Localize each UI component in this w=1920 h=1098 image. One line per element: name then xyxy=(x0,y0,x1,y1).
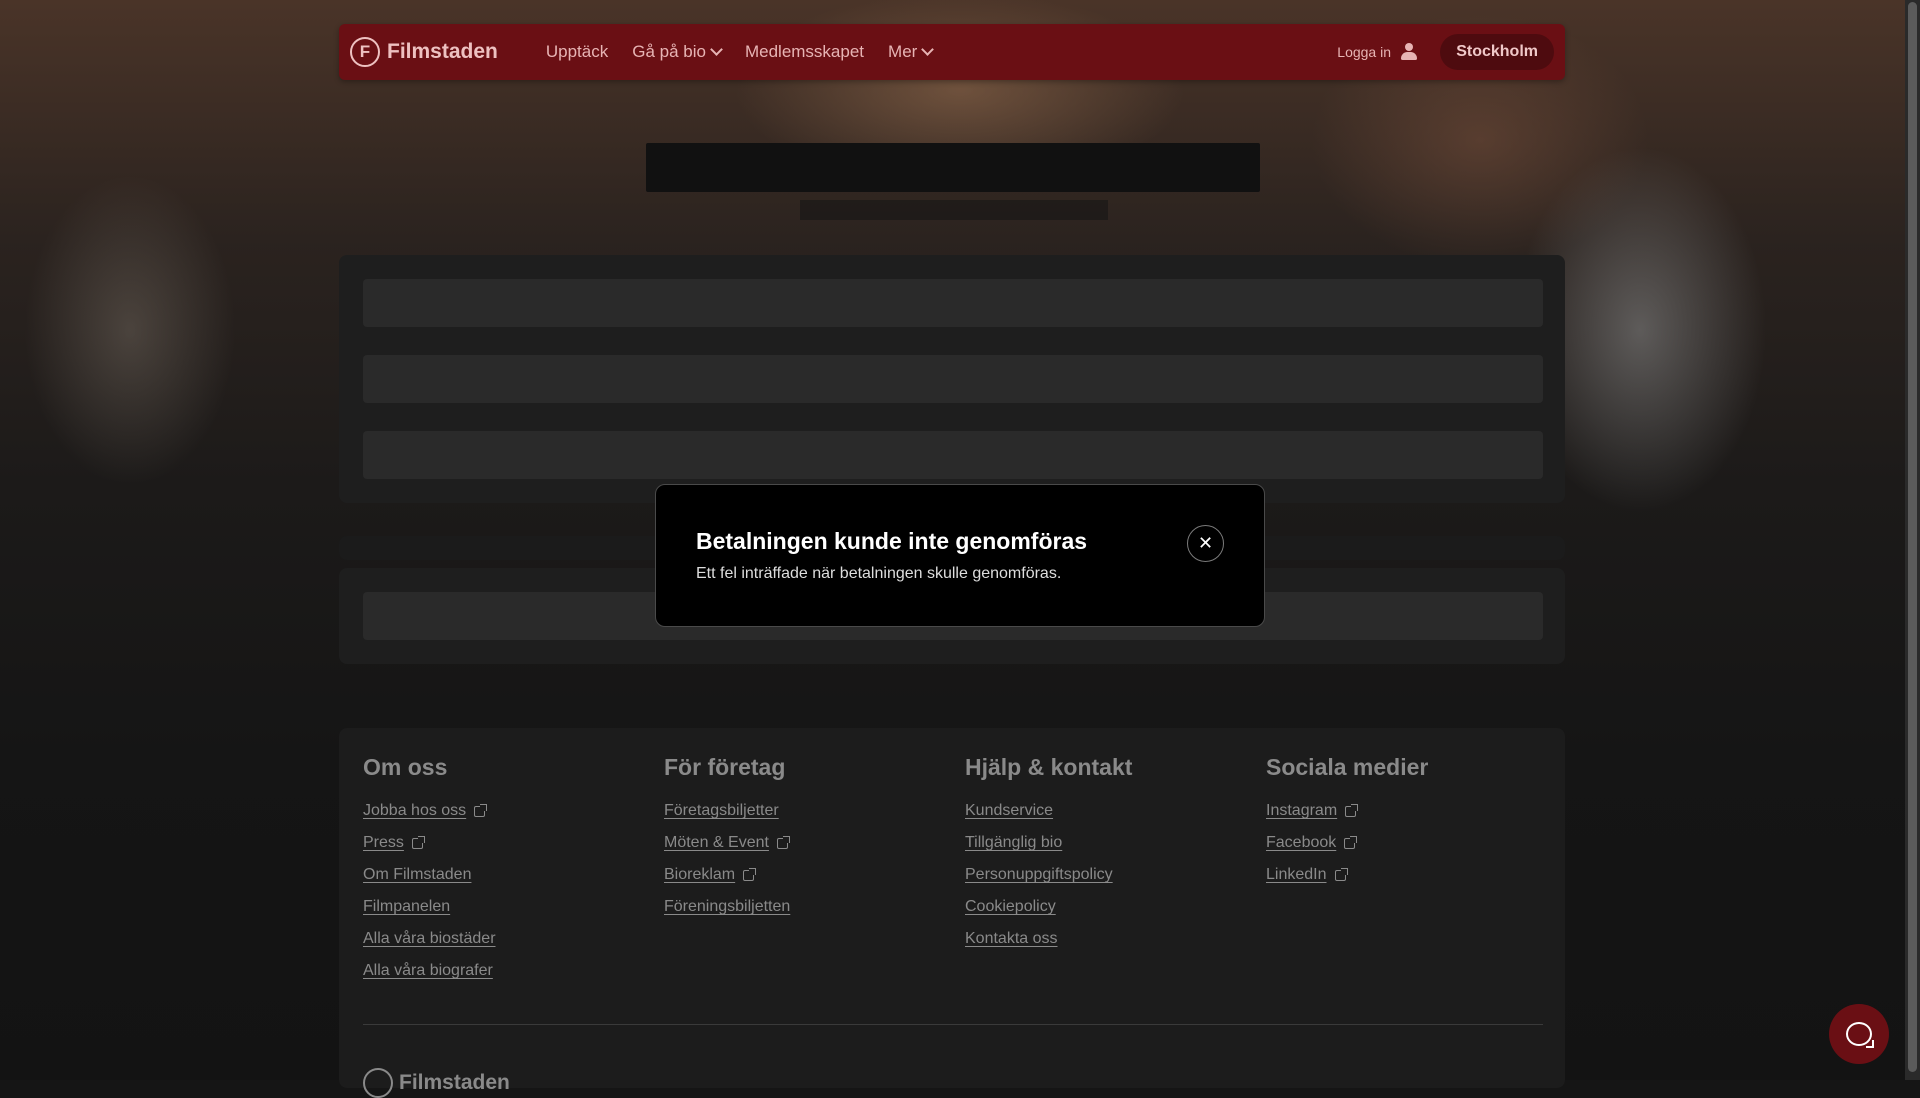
nav-item-ga-pa-bio[interactable]: Gå på bio xyxy=(632,42,723,62)
footer-link-kontakta-oss[interactable]: Kontakta oss xyxy=(965,923,1132,955)
footer-link-facebook[interactable]: Facebook xyxy=(1266,827,1428,859)
footer-link-om-filmstaden[interactable]: Om Filmstaden xyxy=(363,859,496,891)
filmstaden-logo-icon xyxy=(363,1068,393,1098)
loading-bar xyxy=(363,279,1543,327)
loading-bar xyxy=(363,431,1543,479)
external-link-icon xyxy=(1344,835,1358,849)
chevron-down-icon xyxy=(710,43,723,56)
logo-text: Filmstaden xyxy=(387,40,498,63)
external-link-icon xyxy=(1345,803,1359,817)
main-nav: Upptäck Gå på bio Medlemsskapet Mer xyxy=(546,42,956,62)
link-label: Kundservice xyxy=(965,802,1054,819)
link-label: Föreningsbiljetten xyxy=(664,898,791,915)
footer-divider xyxy=(363,1024,1543,1025)
footer-heading: För företag xyxy=(664,754,786,780)
footer-column-om-oss: Om oss Jobba hos oss Press Om Filmstaden… xyxy=(363,754,496,987)
link-label: Personuppgiftspolicy xyxy=(965,866,1113,883)
chat-bubble-icon xyxy=(1846,1022,1874,1048)
footer-heading: Om oss xyxy=(363,754,448,780)
link-label: Tillgänglig bio xyxy=(965,834,1063,851)
scrollbar-thumb[interactable] xyxy=(1908,2,1917,1072)
footer-link-biostader[interactable]: Alla våra biostäder xyxy=(363,923,496,955)
close-button[interactable]: ✕ xyxy=(1187,525,1224,562)
footer-heading: Sociala medier xyxy=(1266,754,1429,780)
footer-link-press[interactable]: Press xyxy=(363,827,496,859)
nav-label: Medlemsskapet xyxy=(744,42,865,61)
external-link-icon xyxy=(743,867,757,881)
loading-card xyxy=(339,255,1565,503)
link-label: Möten & Event xyxy=(664,834,769,851)
close-icon: ✕ xyxy=(1197,533,1214,554)
footer-link-moten-event[interactable]: Möten & Event xyxy=(664,827,790,859)
filmstaden-logo-icon: F xyxy=(350,37,380,67)
link-label: Företagsbiljetter xyxy=(664,802,779,819)
link-label: Alla våra biografer xyxy=(363,962,493,979)
nav-item-upptack[interactable]: Upptäck xyxy=(546,42,608,62)
footer-link-filmpanelen[interactable]: Filmpanelen xyxy=(363,891,496,923)
link-label: Filmpanelen xyxy=(363,898,451,915)
payment-error-dialog: Betalningen kunde inte genomföras Ett fe… xyxy=(655,484,1265,627)
page-scrollbar[interactable] xyxy=(1905,0,1920,1080)
footer-link-bioreklam[interactable]: Bioreklam xyxy=(664,859,790,891)
city-selector-button[interactable]: Stockholm xyxy=(1440,34,1554,70)
chevron-down-icon xyxy=(921,43,935,56)
footer-link-personuppgiftspolicy[interactable]: Personuppgiftspolicy xyxy=(965,859,1132,891)
logo-link[interactable]: F Filmstaden xyxy=(350,37,498,67)
nav-item-mer[interactable]: Mer xyxy=(888,42,935,62)
link-label: Press xyxy=(363,834,404,851)
subtitle-placeholder xyxy=(800,200,1108,220)
login-button[interactable]: Logga in xyxy=(1337,43,1417,61)
dialog-message: Ett fel inträffade när betalningen skull… xyxy=(696,565,1062,582)
external-link-icon xyxy=(1334,867,1348,881)
nav-label: Mer xyxy=(888,42,918,61)
nav-label: Upptäck xyxy=(545,42,609,61)
footer-link-foretagsbiljetter[interactable]: Företagsbiljetter xyxy=(664,795,790,827)
external-link-icon xyxy=(776,835,790,849)
footer-link-tillganglig-bio[interactable]: Tillgänglig bio xyxy=(965,827,1132,859)
footer-link-biografer[interactable]: Alla våra biografer xyxy=(363,955,496,987)
site-footer: Om oss Jobba hos oss Press Om Filmstaden… xyxy=(339,728,1565,1098)
link-label: Jobba hos oss xyxy=(363,802,467,819)
login-label: Logga in xyxy=(1337,44,1391,60)
footer-link-linkedin[interactable]: LinkedIn xyxy=(1266,859,1428,891)
title-placeholder xyxy=(646,143,1260,192)
link-label: Alla våra biostäder xyxy=(363,930,496,947)
nav-label: Gå på bio xyxy=(632,42,706,61)
footer-column-hjalp-kontakt: Hjälp & kontakt Kundservice Tillgänglig … xyxy=(965,754,1132,955)
link-label: Facebook xyxy=(1266,834,1337,851)
footer-link-cookiepolicy[interactable]: Cookiepolicy xyxy=(965,891,1132,923)
link-label: Om Filmstaden xyxy=(363,866,472,883)
chat-button[interactable] xyxy=(1829,1004,1889,1064)
footer-column-for-foretag: För företag Företagsbiljetter Möten & Ev… xyxy=(664,754,790,923)
link-label: Kontakta oss xyxy=(965,930,1058,947)
footer-link-jobba-hos-oss[interactable]: Jobba hos oss xyxy=(363,795,496,827)
loading-bar xyxy=(363,355,1543,403)
external-link-icon xyxy=(411,835,425,849)
link-label: LinkedIn xyxy=(1266,866,1327,883)
link-label: Bioreklam xyxy=(664,866,736,883)
footer-logo: Filmstaden xyxy=(363,1068,510,1098)
footer-heading: Hjälp & kontakt xyxy=(965,754,1133,780)
link-label: Cookiepolicy xyxy=(965,898,1056,915)
footer-link-instagram[interactable]: Instagram xyxy=(1266,795,1428,827)
nav-item-medlemsskapet[interactable]: Medlemsskapet xyxy=(745,42,864,62)
link-label: Instagram xyxy=(1266,802,1338,819)
dialog-title: Betalningen kunde inte genomföras xyxy=(696,528,1088,554)
footer-logo-text: Filmstaden xyxy=(399,1071,510,1094)
footer-link-foreningsbiljetten[interactable]: Föreningsbiljetten xyxy=(664,891,790,923)
footer-column-sociala-medier: Sociala medier Instagram Facebook Linked… xyxy=(1266,754,1428,891)
user-icon xyxy=(1401,43,1417,61)
site-header: F Filmstaden Upptäck Gå på bio Medlemssk… xyxy=(339,24,1565,80)
footer-link-kundservice[interactable]: Kundservice xyxy=(965,795,1132,827)
external-link-icon xyxy=(474,803,488,817)
